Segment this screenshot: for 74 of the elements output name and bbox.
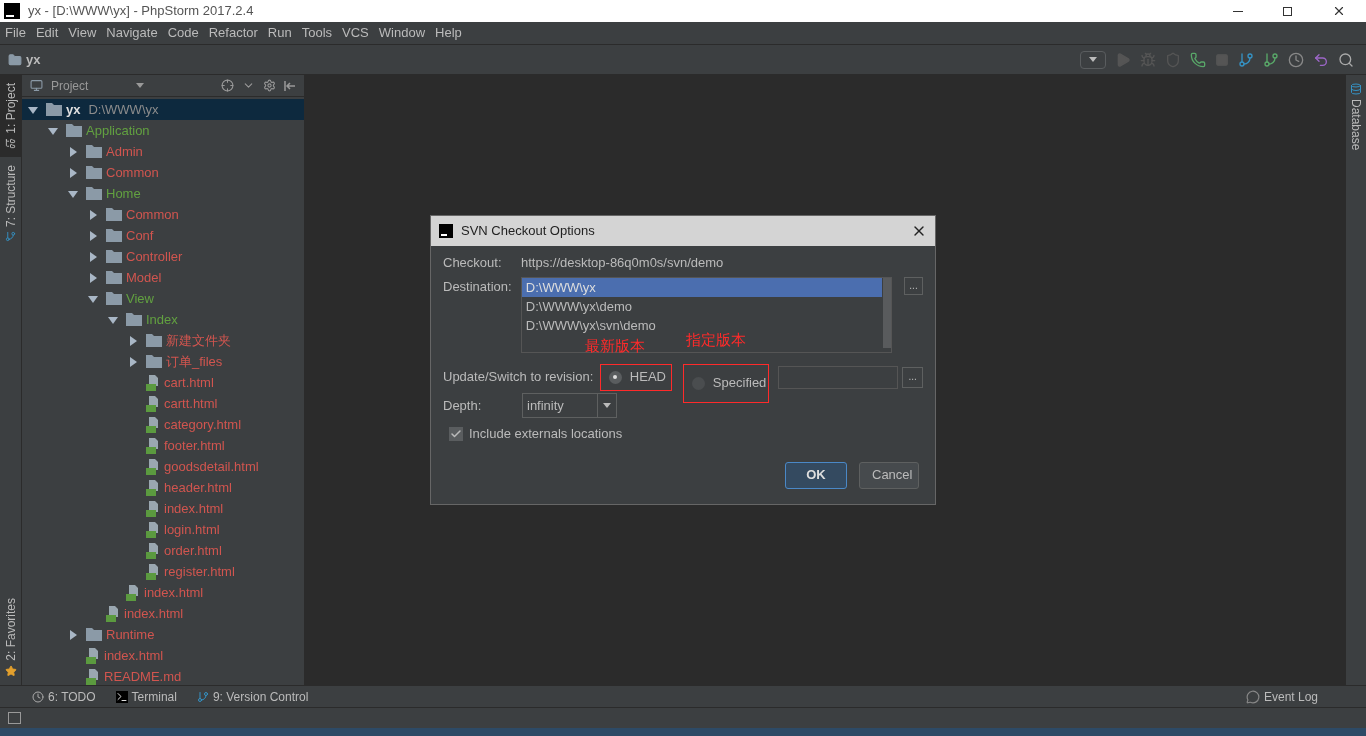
destination-item[interactable]: D:\WWW\yx\demo — [521, 297, 883, 316]
depth-label: Depth: — [443, 396, 483, 415]
dialog-title: SVN Checkout Options — [461, 222, 596, 241]
tree-item-label: header.html — [164, 478, 232, 497]
menu-item[interactable]: Run — [262, 23, 297, 43]
tree-item-label: order.html — [164, 541, 222, 560]
tree-item-label: login.html — [164, 520, 220, 539]
radio-label[interactable]: HEAD — [629, 367, 666, 387]
menu-item[interactable]: File — [0, 23, 31, 43]
window-title: yx - [D:\WWW\yx] - PhpStorm 2017.2.4 — [28, 2, 254, 21]
tree-item-label: index.html — [164, 499, 224, 518]
tree-item-label: index.html — [124, 604, 184, 623]
tree-item-label: View — [126, 289, 154, 308]
tree-item-label: Admin — [106, 142, 143, 161]
menu-item[interactable]: Window — [373, 23, 431, 43]
tree-item-label: category.html — [164, 415, 242, 434]
tree-item-label: Index — [146, 310, 178, 329]
breadcrumb[interactable]: yx — [26, 49, 41, 70]
tree-item-label: 订单_files — [166, 352, 223, 371]
tool-window-tab[interactable]: Terminal — [115, 687, 177, 706]
tree-item-label: yx — [66, 100, 81, 119]
tree-item[interactable]: Application — [22, 120, 304, 141]
tree-item-label: 新建文件夹 — [166, 331, 231, 350]
tree-item-label: Runtime — [106, 625, 155, 644]
tool-window-tab[interactable]: Database — [1347, 83, 1365, 151]
tree-item-label: Application — [86, 121, 150, 140]
tree-item-label: Home — [106, 184, 141, 203]
tree-item-label: cartt.html — [164, 394, 218, 413]
annotation-text: 指定版本 — [685, 329, 746, 350]
tree-item[interactable]: View — [22, 288, 304, 309]
tree-item-label: goodsdetail.html — [164, 457, 259, 476]
browse-button[interactable]: ... — [904, 277, 923, 295]
tree-item-label: README.md — [104, 667, 182, 685]
tree-item-label: cart.html — [164, 373, 214, 392]
tree-item-label: register.html — [164, 562, 235, 581]
tool-window-tab[interactable]: 6: TODO — [32, 687, 96, 706]
checkbox-label[interactable]: Include externals locations — [469, 424, 623, 444]
checkout-url: https://desktop-86q0m0s/svn/demo — [521, 254, 724, 273]
tree-item-label: index.html — [144, 583, 204, 602]
event-log-tab[interactable]: Event Log — [1245, 687, 1318, 706]
tool-window-tab[interactable]: 1: Project — [0, 75, 21, 157]
tree-item-label: Common — [106, 163, 159, 182]
destination-label: Destination: — [443, 278, 513, 296]
tree-item-label: Model — [126, 268, 162, 287]
project-view-selector[interactable]: Project — [51, 76, 89, 95]
menu-item[interactable]: VCS — [337, 23, 374, 43]
radio-label[interactable]: Specified — [712, 373, 767, 393]
cancel-button[interactable]: Cancel — [859, 461, 919, 489]
browse-button[interactable]: ... — [902, 366, 923, 388]
destination-item[interactable]: D:\WWW\yx — [521, 278, 883, 297]
menu-item[interactable]: Navigate — [101, 23, 163, 43]
tool-window-tab[interactable]: 9: Version Control — [196, 687, 309, 706]
menu-item[interactable]: Tools — [296, 23, 338, 43]
menu-item[interactable]: Refactor — [203, 23, 263, 43]
tree-item-label: Conf — [126, 226, 154, 245]
menu-item[interactable]: View — [63, 23, 102, 43]
menu-item[interactable]: Help — [430, 23, 467, 43]
tree-item-label: footer.html — [164, 436, 225, 455]
depth-dropdown[interactable]: infinity — [522, 393, 617, 418]
tree-item-label: Common — [126, 205, 179, 224]
checkout-label: Checkout: — [443, 254, 503, 273]
menu-item[interactable]: Code — [162, 23, 204, 43]
tool-window-tab[interactable]: 7: Structure — [0, 156, 21, 250]
tree-item-path: D:\WWW\yx — [88, 100, 159, 119]
menu-item[interactable]: Edit — [30, 23, 64, 43]
tree-item[interactable]: yx D:\WWW\yx — [22, 99, 304, 120]
tree-item[interactable]: Home — [22, 183, 304, 204]
revision-label: Update/Switch to revision: — [443, 368, 595, 387]
tree-item-label: Controller — [126, 247, 183, 266]
ok-button[interactable]: OK — [785, 461, 847, 489]
tree-item[interactable]: Index — [22, 309, 304, 330]
annotation-text: 最新版本 — [584, 335, 645, 356]
tool-window-tab[interactable]: 2: Favorites — [0, 590, 21, 685]
tree-item-label: index.html — [104, 646, 164, 665]
